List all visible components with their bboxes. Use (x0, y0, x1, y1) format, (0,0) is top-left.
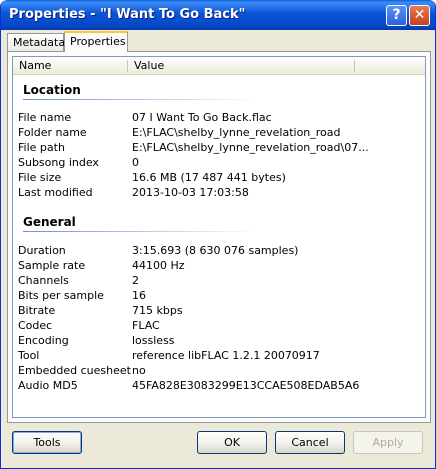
property-value: E:\FLAC\shelby_lynne_revelation_road (132, 126, 341, 139)
list-header: Name Value (13, 57, 425, 75)
property-value: lossless (132, 334, 175, 347)
property-value: 715 kbps (132, 304, 183, 317)
property-name: Sample rate (18, 259, 86, 272)
property-name: Channels (18, 274, 69, 287)
tab-metadata[interactable]: Metadata (7, 33, 65, 51)
list-item[interactable]: Channels 2 (13, 274, 425, 289)
tab-panel: Name Value Location File name 07 I Want T… (7, 51, 431, 423)
properties-list[interactable]: Name Value Location File name 07 I Want T… (12, 56, 426, 418)
ok-button-label: OK (224, 436, 240, 449)
property-name: File path (18, 141, 65, 154)
list-item[interactable]: Sample rate 44100 Hz (13, 259, 425, 274)
tools-button-label: Tools (33, 436, 61, 449)
property-name: Audio MD5 (18, 379, 78, 392)
list-item[interactable]: File size 16.6 MB (17 487 441 bytes) (13, 171, 425, 186)
column-divider[interactable] (127, 60, 128, 72)
property-name: Encoding (18, 334, 69, 347)
tab-properties[interactable]: Properties (64, 31, 128, 52)
window-title: Properties - "I Want To Go Back" (9, 7, 246, 22)
list-item[interactable]: Embedded cuesheet no (13, 364, 425, 379)
close-icon: ✕ (413, 7, 426, 23)
property-name: Bits per sample (18, 289, 104, 302)
property-value: 0 (132, 156, 139, 169)
property-value: 3:15.693 (8 630 076 samples) (132, 244, 299, 257)
property-name: Tool (18, 349, 40, 362)
column-divider[interactable] (354, 60, 355, 72)
list-item[interactable]: File name 07 I Want To Go Back.flac (13, 111, 425, 126)
property-value: FLAC (132, 319, 160, 332)
list-item[interactable]: Folder name E:\FLAC\shelby_lynne_revelati… (13, 126, 425, 141)
property-name: Folder name (18, 126, 87, 139)
list-item[interactable]: Audio MD5 45FA828E3083299E13CCAE508EDAB5A… (13, 379, 425, 394)
property-name: Last modified (18, 186, 93, 199)
apply-button-label: Apply (372, 436, 404, 449)
property-name: Duration (18, 244, 66, 257)
group-title-location: Location (23, 83, 81, 97)
list-item[interactable]: Duration 3:15.693 (8 630 076 samples) (13, 244, 425, 259)
apply-button[interactable]: Apply (353, 431, 423, 454)
list-item[interactable]: Last modified 2013-10-03 17:03:58 (13, 186, 425, 201)
list-item[interactable]: Subsong index 0 (13, 156, 425, 171)
close-button[interactable]: ✕ (409, 5, 430, 26)
property-value: 44100 Hz (132, 259, 185, 272)
property-value: no (132, 364, 146, 377)
property-name: File name (18, 111, 72, 124)
list-item[interactable]: Codec FLAC (13, 319, 425, 334)
ok-button[interactable]: OK (197, 431, 267, 454)
property-value: 07 I Want To Go Back.flac (132, 111, 272, 124)
group-title-general: General (23, 215, 76, 229)
list-item[interactable]: Bits per sample 16 (13, 289, 425, 304)
title-bar[interactable]: Properties - "I Want To Go Back" ? ✕ (1, 0, 435, 30)
property-name: File size (18, 171, 62, 184)
property-name: Embedded cuesheet (18, 364, 131, 377)
property-value: 45FA828E3083299E13CCAE508EDAB5A6 (132, 379, 360, 392)
column-header-name[interactable]: Name (19, 59, 51, 72)
property-value: 2 (132, 274, 139, 287)
property-name: Codec (18, 319, 53, 332)
list-item[interactable]: Encoding lossless (13, 334, 425, 349)
list-item[interactable]: Bitrate 715 kbps (13, 304, 425, 319)
tools-button[interactable]: Tools (12, 431, 82, 454)
cancel-button[interactable]: Cancel (275, 431, 345, 454)
property-value: E:\FLAC\shelby_lynne_revelation_road\07.… (132, 141, 369, 154)
property-value: 2013-10-03 17:03:58 (132, 186, 249, 199)
help-icon: ? (392, 7, 401, 23)
column-header-value[interactable]: Value (134, 59, 164, 72)
properties-dialog: Properties - "I Want To Go Back" ? ✕ Met… (0, 0, 436, 469)
property-value: reference libFLAC 1.2.1 20070917 (132, 349, 320, 362)
property-name: Subsong index (18, 156, 99, 169)
group-divider (23, 231, 258, 232)
list-item[interactable]: File path E:\FLAC\shelby_lynne_revelation… (13, 141, 425, 156)
cancel-button-label: Cancel (291, 436, 329, 449)
property-value: 16 (132, 289, 146, 302)
list-item[interactable]: Tool reference libFLAC 1.2.1 20070917 (13, 349, 425, 364)
property-name: Bitrate (18, 304, 56, 317)
property-value: 16.6 MB (17 487 441 bytes) (132, 171, 286, 184)
help-button[interactable]: ? (386, 5, 407, 26)
group-divider (23, 99, 258, 100)
